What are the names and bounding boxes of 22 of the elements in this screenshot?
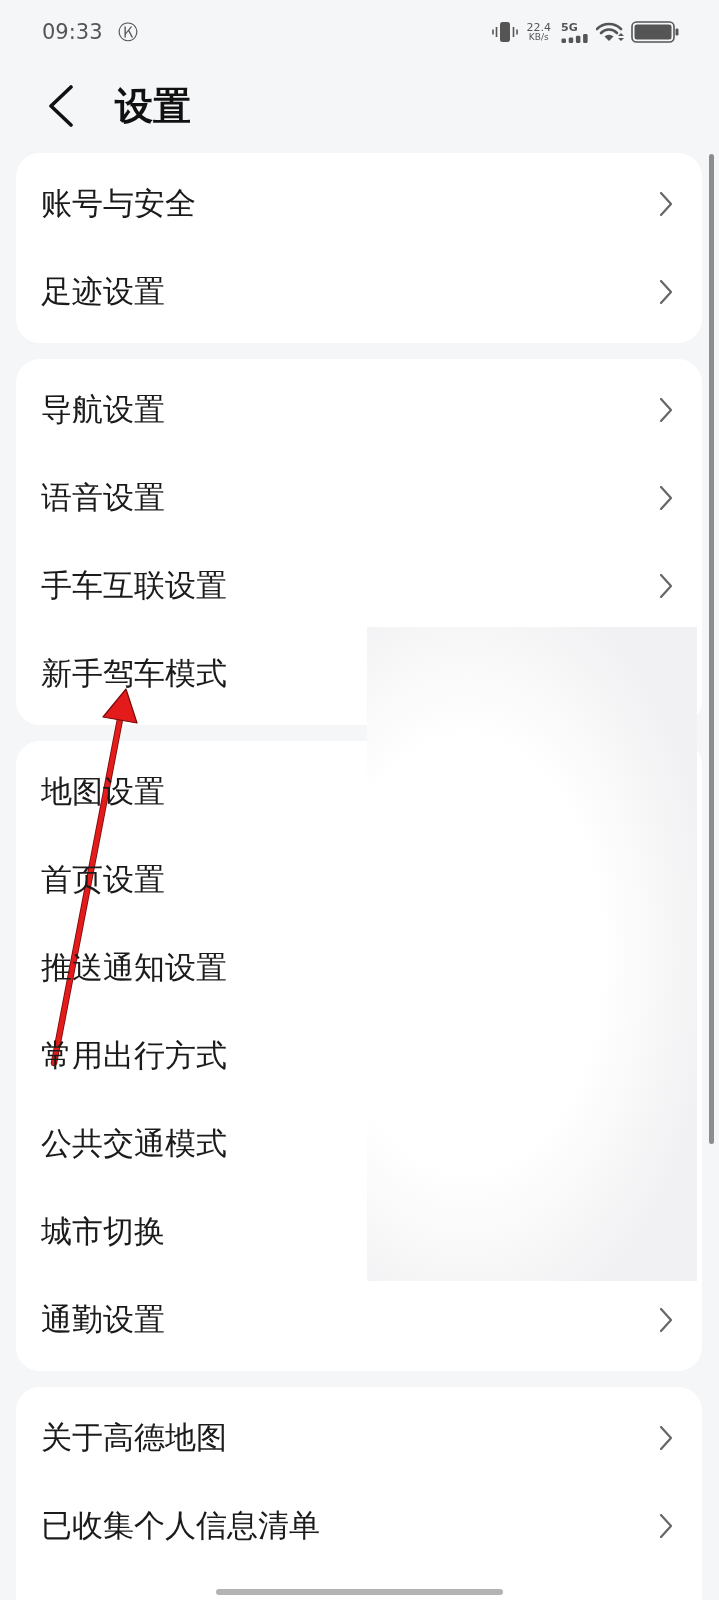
page-title: 设置 bbox=[115, 82, 191, 130]
settings-row[interactable]: 足迹设置 bbox=[16, 248, 702, 336]
net-speed-unit: KB/s bbox=[528, 33, 549, 42]
settings-row[interactable]: 关于高德地图 bbox=[16, 1394, 702, 1482]
settings-row[interactable]: 公共交通模式 bbox=[16, 1100, 702, 1188]
back-icon bbox=[48, 85, 74, 127]
battery-icon bbox=[631, 21, 679, 43]
settings-row[interactable]: 手车互联设置 bbox=[16, 542, 702, 630]
vibrate-icon bbox=[491, 21, 518, 43]
wifi-icon bbox=[596, 22, 624, 42]
settings-row[interactable]: 语音设置 bbox=[16, 454, 702, 542]
settings-row[interactable]: 新手驾车模式 bbox=[16, 630, 702, 718]
signal-icon bbox=[561, 33, 589, 43]
net-speed-value: 22.4 bbox=[526, 22, 551, 33]
settings-row[interactable]: 城市切换 bbox=[16, 1188, 702, 1276]
settings-row[interactable]: 导航设置 bbox=[16, 366, 702, 454]
circled-k-icon: Ⓚ bbox=[117, 22, 138, 42]
settings-row[interactable]: 账号与安全 bbox=[16, 160, 702, 248]
settings-row[interactable]: 通勤设置 bbox=[16, 1276, 702, 1364]
network-type-label: 5G bbox=[561, 21, 578, 33]
status-time: 09:33 bbox=[42, 20, 103, 44]
settings-row[interactable]: 已收集个人信息清单 bbox=[16, 1482, 702, 1570]
